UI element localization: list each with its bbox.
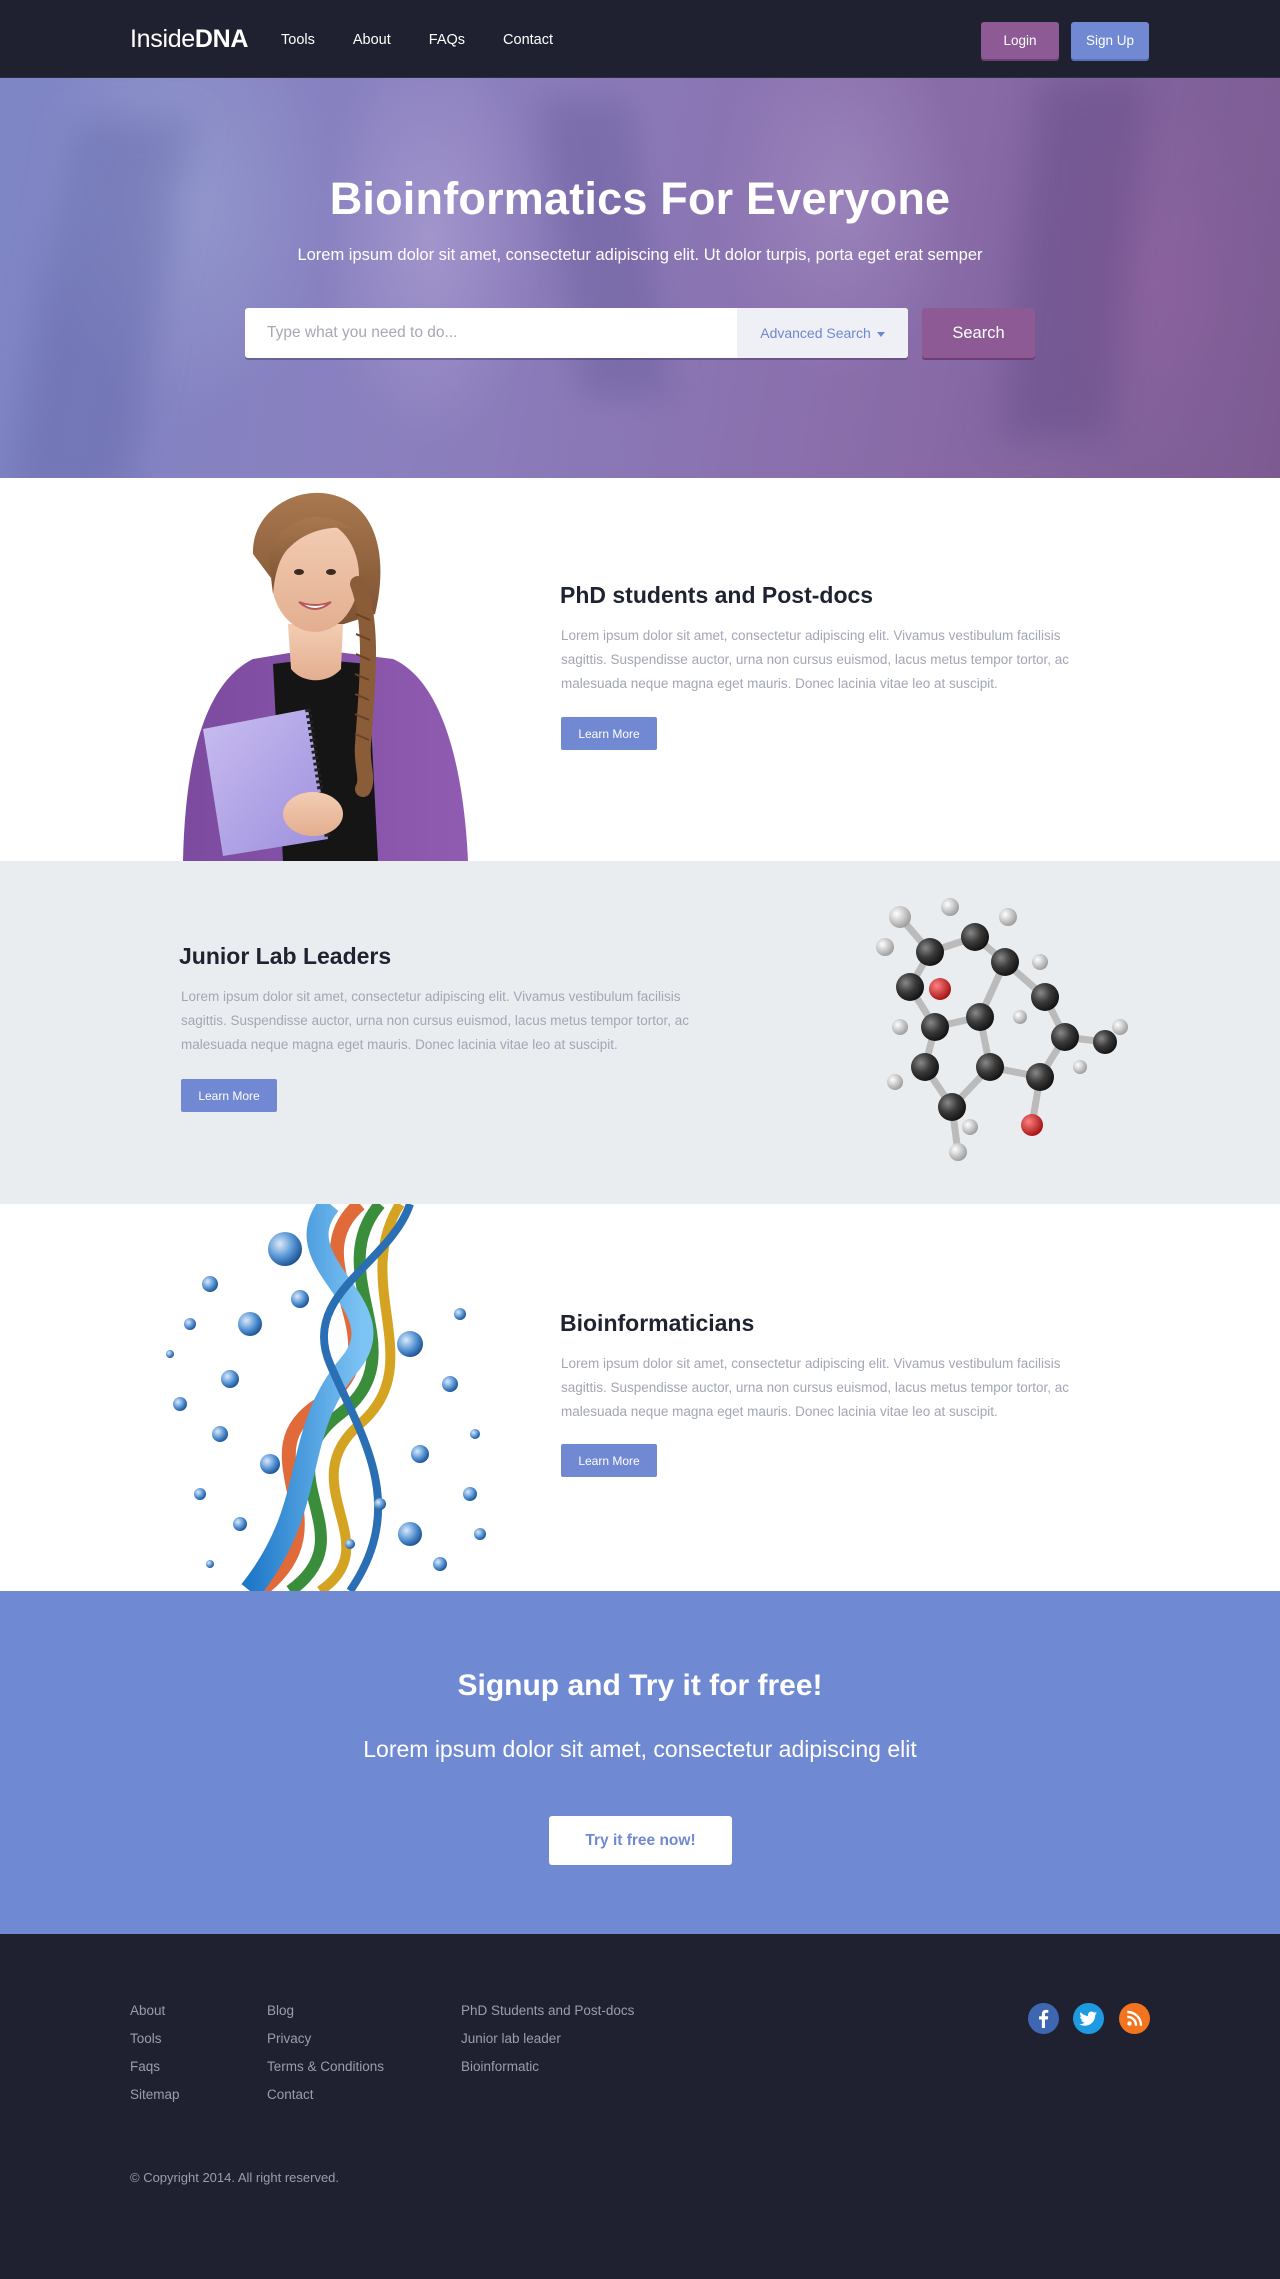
student-woman-image bbox=[183, 492, 468, 861]
feature-title: PhD students and Post-docs bbox=[560, 582, 874, 608]
feature-title: Junior Lab Leaders bbox=[179, 943, 392, 969]
nav-link-tools[interactable]: Tools bbox=[281, 32, 315, 48]
search-bar: Advanced Search bbox=[245, 308, 908, 358]
footer-link-sitemap[interactable]: Sitemap bbox=[130, 2087, 180, 2115]
footer-column-1: About Tools Faqs Sitemap bbox=[130, 2003, 180, 2115]
learn-more-button[interactable]: Learn More bbox=[561, 717, 657, 750]
footer: About Tools Faqs Sitemap Blog Privacy Te… bbox=[0, 1934, 1280, 2279]
brand-logo[interactable]: InsideDNA bbox=[130, 25, 248, 54]
signup-cta-section: Signup and Try it for free! Lorem ipsum … bbox=[0, 1591, 1280, 1934]
learn-more-button[interactable]: Learn More bbox=[561, 1444, 657, 1477]
feature-junior-lab-leaders: Junior Lab Leaders Lorem ipsum dolor sit… bbox=[0, 861, 1280, 1204]
footer-link-about[interactable]: About bbox=[130, 2003, 180, 2031]
footer-link-terms[interactable]: Terms & Conditions bbox=[267, 2059, 384, 2087]
brand-light-text: Inside bbox=[130, 25, 195, 53]
hero-background-blur bbox=[6, 118, 194, 478]
feature-bioinformaticians: Bioinformaticians Lorem ipsum dolor sit … bbox=[0, 1204, 1280, 1591]
search-button[interactable]: Search bbox=[922, 308, 1035, 358]
top-navbar: InsideDNA Tools About FAQs Contact Login… bbox=[0, 0, 1280, 78]
feature-title: Bioinformaticians bbox=[560, 1310, 755, 1336]
footer-link-phd[interactable]: PhD Students and Post-docs bbox=[461, 2003, 634, 2031]
caret-down-icon bbox=[876, 331, 885, 337]
footer-link-privacy[interactable]: Privacy bbox=[267, 2031, 384, 2059]
footer-link-faqs[interactable]: Faqs bbox=[130, 2059, 180, 2087]
copyright-text: © Copyright 2014. All right reserved. bbox=[130, 2170, 340, 2185]
twitter-icon[interactable] bbox=[1073, 2003, 1104, 2034]
hero-title: Bioinformatics For Everyone bbox=[329, 173, 951, 224]
footer-column-2: Blog Privacy Terms & Conditions Contact bbox=[267, 2003, 384, 2115]
footer-link-blog[interactable]: Blog bbox=[267, 2003, 384, 2031]
nav-link-faqs[interactable]: FAQs bbox=[429, 32, 465, 48]
nav-link-contact[interactable]: Contact bbox=[503, 32, 553, 48]
feature-description: Lorem ipsum dolor sit amet, consectetur … bbox=[561, 628, 1070, 691]
signup-title: Signup and Try it for free! bbox=[457, 1669, 823, 1702]
main-nav: Tools About FAQs Contact bbox=[281, 32, 591, 48]
footer-link-tools[interactable]: Tools bbox=[130, 2031, 180, 2059]
advanced-search-dropdown[interactable]: Advanced Search bbox=[737, 308, 908, 358]
nav-link-about[interactable]: About bbox=[353, 32, 391, 48]
feature-description: Lorem ipsum dolor sit amet, consectetur … bbox=[181, 989, 690, 1052]
footer-link-junior-lab[interactable]: Junior lab leader bbox=[461, 2031, 634, 2059]
rss-icon[interactable] bbox=[1119, 2003, 1150, 2034]
hero-section: Bioinformatics For Everyone Lorem ipsum … bbox=[0, 78, 1280, 478]
footer-link-contact[interactable]: Contact bbox=[267, 2087, 384, 2115]
facebook-icon[interactable] bbox=[1028, 2003, 1059, 2034]
try-free-button[interactable]: Try it free now! bbox=[549, 1816, 732, 1865]
signup-button[interactable]: Sign Up bbox=[1071, 22, 1149, 59]
dna-helix-image bbox=[166, 1204, 486, 1591]
search-input[interactable] bbox=[245, 308, 737, 358]
molecule-image bbox=[876, 898, 1128, 1161]
footer-column-3: PhD Students and Post-docs Junior lab le… bbox=[461, 2003, 634, 2087]
hero-subtitle: Lorem ipsum dolor sit amet, consectetur … bbox=[297, 246, 983, 264]
advanced-search-label: Advanced Search bbox=[760, 325, 871, 341]
brand-bold-text: DNA bbox=[194, 25, 249, 53]
signup-subtitle: Lorem ipsum dolor sit amet, consectetur … bbox=[363, 1736, 917, 1762]
feature-phd-students: PhD students and Post-docs Lorem ipsum d… bbox=[0, 478, 1280, 861]
learn-more-button[interactable]: Learn More bbox=[181, 1079, 277, 1112]
feature-description: Lorem ipsum dolor sit amet, consectetur … bbox=[561, 1356, 1070, 1419]
footer-link-bioinformatic[interactable]: Bioinformatic bbox=[461, 2059, 634, 2087]
login-button[interactable]: Login bbox=[981, 22, 1059, 59]
